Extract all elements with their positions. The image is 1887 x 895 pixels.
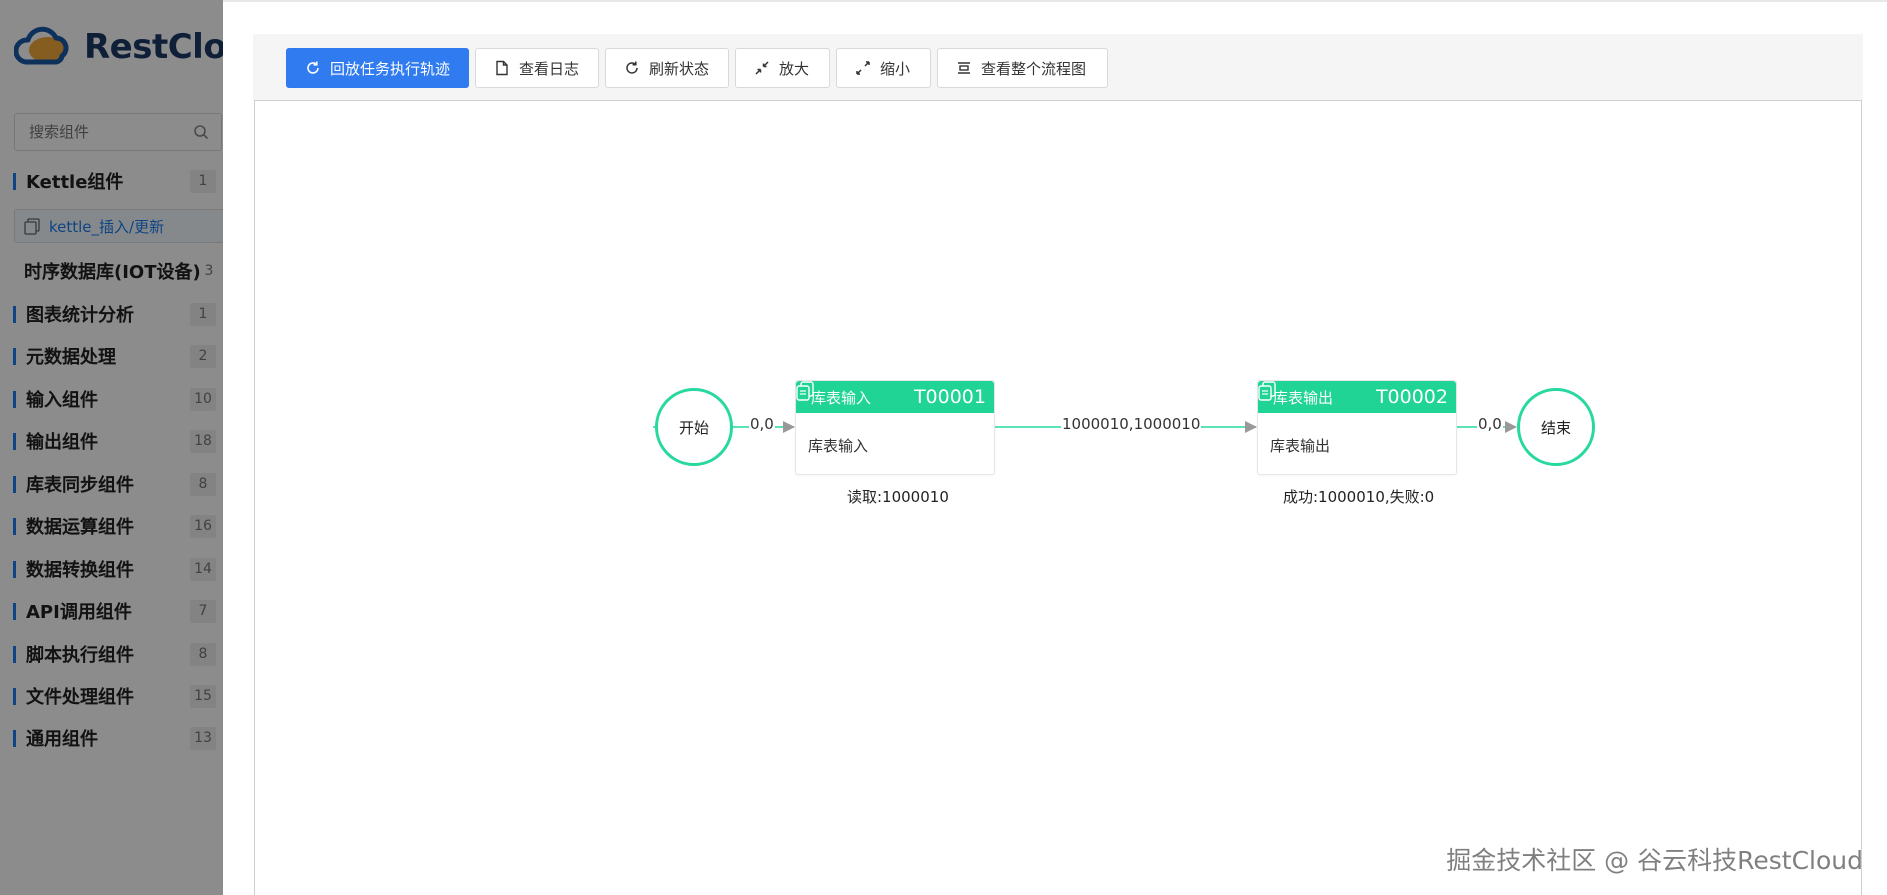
task-node-title: 库表输入 — [811, 388, 872, 407]
task-node-header: 库表输入 T00001 — [796, 381, 994, 413]
refresh-status-label: 刷新状态 — [649, 59, 710, 78]
task-node-id: T00002 — [1375, 386, 1448, 408]
zoom-in-button[interactable]: 放大 — [735, 48, 830, 88]
end-node-label: 结束 — [1540, 418, 1571, 437]
flow-monitor-drawer: 回放任务执行轨迹 查看日志 刷新状态 放大 缩小 查看整个流程图 开始 0,0 … — [223, 0, 1887, 895]
task-node-title: 库表输出 — [1273, 388, 1334, 407]
task-node-table-output[interactable]: 库表输出 T00002 库表输出 — [1257, 380, 1457, 475]
task-node-header: 库表输出 T00002 — [1258, 381, 1456, 413]
copy-icon — [1258, 381, 1276, 401]
edge-end-label: 0,0 — [1477, 415, 1503, 433]
edge-start-label: 0,0 — [749, 415, 775, 433]
task-node-stat: 成功:1000010,失败:0 — [1283, 488, 1435, 506]
end-node[interactable]: 结束 — [1517, 388, 1595, 466]
edge-mid-label: 1000010,1000010 — [1061, 415, 1202, 433]
task-node-table-input[interactable]: 库表输入 T00001 库表输入 — [795, 380, 995, 475]
start-node-label: 开始 — [678, 418, 709, 437]
task-node-id: T00001 — [913, 386, 986, 408]
replay-icon — [307, 61, 319, 74]
refresh-icon — [626, 61, 638, 74]
replay-trace-button[interactable]: 回放任务执行轨迹 — [286, 48, 469, 88]
start-node[interactable]: 开始 — [655, 388, 733, 466]
task-node-stat: 读取:1000010 — [847, 488, 949, 506]
view-log-button[interactable]: 查看日志 — [475, 48, 599, 88]
flow-edges — [653, 421, 1517, 433]
view-full-flow-button[interactable]: 查看整个流程图 — [937, 48, 1108, 88]
flow-canvas[interactable]: 开始 0,0 库表输入 T00001 库表输入 读取:1000010 10000… — [254, 100, 1862, 895]
replay-trace-label: 回放任务执行轨迹 — [329, 59, 450, 78]
modal-backdrop[interactable] — [0, 0, 223, 895]
task-node-body: 库表输入 — [808, 437, 869, 455]
copy-icon — [796, 381, 814, 401]
task-node-body: 库表输出 — [1270, 437, 1331, 455]
view-log-label: 查看日志 — [519, 59, 580, 78]
zoom-in-label: 放大 — [779, 59, 810, 78]
flow-toolbar: 回放任务执行轨迹 查看日志 刷新状态 放大 缩小 查看整个流程图 — [253, 34, 1863, 100]
refresh-status-button[interactable]: 刷新状态 — [605, 48, 729, 88]
expand-arrows-icon — [856, 61, 870, 75]
shrink-arrows-icon — [755, 61, 769, 75]
fit-view-icon — [958, 62, 970, 74]
zoom-out-button[interactable]: 缩小 — [836, 48, 931, 88]
zoom-out-label: 缩小 — [880, 59, 911, 78]
view-full-flow-label: 查看整个流程图 — [981, 59, 1087, 78]
file-icon — [496, 60, 508, 76]
watermark: 掘金技术社区 @ 谷云科技RestCloud — [1446, 846, 1863, 875]
